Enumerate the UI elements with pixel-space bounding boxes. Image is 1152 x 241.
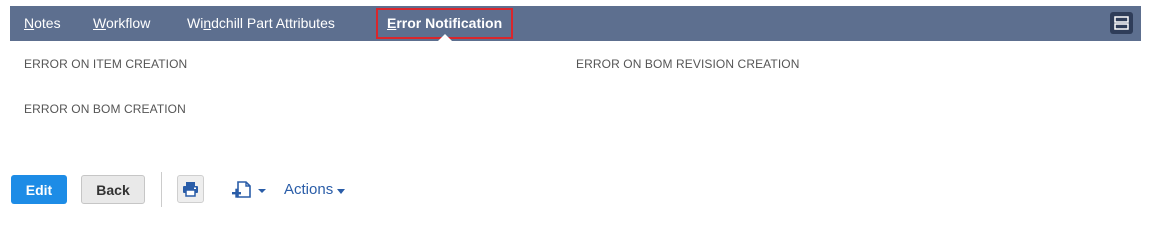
tab-notes-accesskey: N [24, 15, 35, 31]
field-error-on-item-creation: ERROR ON ITEM CREATION [24, 57, 188, 71]
layout-toggle-button[interactable] [1110, 12, 1133, 34]
tab-error-notification[interactable]: Error Notification [376, 8, 514, 41]
tab-windchill-label: dchill Part Attributes [211, 15, 335, 31]
tab-error-label: rror Notification [396, 15, 503, 31]
active-tab-pointer [437, 34, 452, 41]
tab-workflow-accesskey: W [93, 15, 106, 31]
caret-down-icon [258, 189, 266, 193]
actions-menu[interactable]: Actions [284, 178, 346, 202]
tab-notes[interactable]: Notes [24, 6, 61, 41]
subtab-bar: Notes Workflow Windchill Part Attributes… [10, 6, 1141, 41]
field-error-on-bom-revision-creation: ERROR ON BOM REVISION CREATION [576, 57, 800, 71]
new-record-button[interactable] [229, 177, 269, 203]
back-button[interactable]: Back [81, 175, 145, 204]
print-icon [183, 182, 198, 197]
new-record-icon [232, 181, 266, 198]
tab-windchill-label-start: Wi [187, 15, 204, 31]
tab-error-accesskey: E [387, 15, 397, 31]
toolbar-divider [161, 172, 162, 207]
record-page: Notes Workflow Windchill Part Attributes… [0, 0, 1152, 241]
tab-notes-label: otes [34, 15, 61, 31]
caret-down-icon [337, 188, 346, 194]
tab-windchill-accesskey: n [203, 15, 212, 31]
edit-button[interactable]: Edit [11, 175, 67, 204]
print-button[interactable] [177, 175, 204, 203]
tab-workflow-label: orkflow [105, 15, 151, 31]
field-error-on-bom-creation: ERROR ON BOM CREATION [24, 102, 186, 116]
tab-workflow[interactable]: Workflow [93, 6, 150, 41]
actions-label: Actions [284, 181, 334, 198]
layout-toggle-icon [1114, 16, 1129, 30]
tab-windchill-part-attributes[interactable]: Windchill Part Attributes [187, 6, 335, 41]
